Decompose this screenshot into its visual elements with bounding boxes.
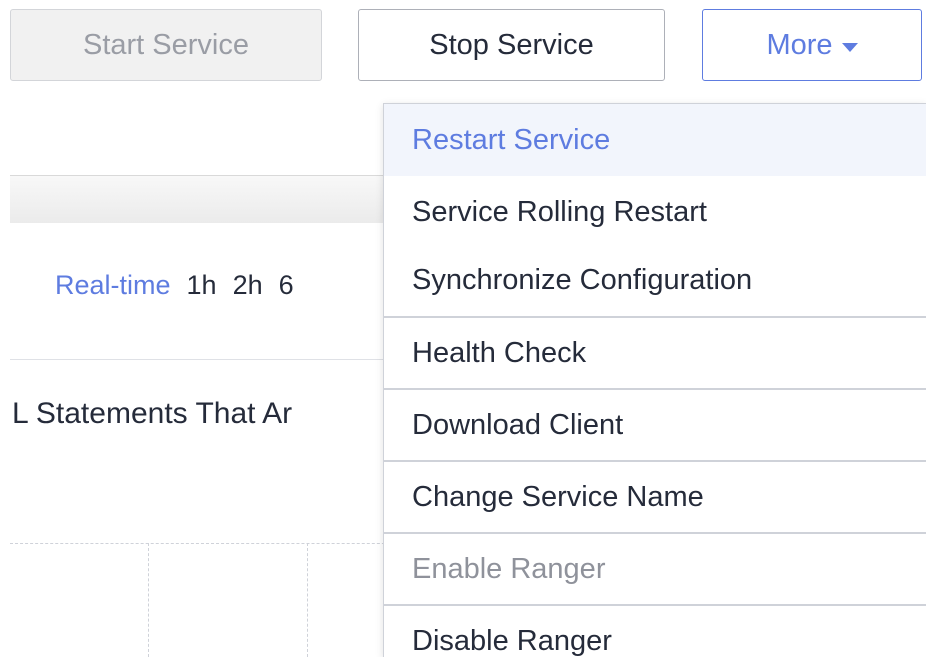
start-service-label: Start Service xyxy=(83,28,249,61)
more-dropdown-menu: Restart Service Service Rolling Restart … xyxy=(383,103,926,657)
menu-item-download-client[interactable]: Download Client xyxy=(384,390,926,460)
chart-gridline-horizontal xyxy=(10,543,410,544)
more-label: More xyxy=(766,28,833,61)
time-tab-1h[interactable]: 1h xyxy=(187,270,217,301)
more-button[interactable]: More xyxy=(702,9,922,81)
menu-item-restart-service[interactable]: Restart Service xyxy=(384,104,926,176)
time-tab-2h[interactable]: 2h xyxy=(233,270,263,301)
time-range-tabs: Real-time 1h 2h 6 xyxy=(55,270,294,301)
stop-service-button[interactable]: Stop Service xyxy=(358,9,665,81)
stop-service-label: Stop Service xyxy=(429,28,594,61)
menu-item-synchronize-configuration[interactable]: Synchronize Configuration xyxy=(384,246,926,314)
time-tab-realtime[interactable]: Real-time xyxy=(55,270,171,301)
chart-gridline-vertical xyxy=(307,543,308,657)
chart-gridline-vertical xyxy=(148,543,149,657)
caret-down-icon xyxy=(841,43,858,52)
menu-item-disable-ranger[interactable]: Disable Ranger xyxy=(384,606,926,657)
start-service-button[interactable]: Start Service xyxy=(10,9,322,81)
menu-item-health-check[interactable]: Health Check xyxy=(384,318,926,388)
menu-item-change-service-name[interactable]: Change Service Name xyxy=(384,462,926,532)
chart-title: L Statements That Ar xyxy=(12,397,293,430)
time-tab-6h[interactable]: 6 xyxy=(279,270,294,301)
menu-item-enable-ranger: Enable Ranger xyxy=(412,552,606,585)
section-divider xyxy=(10,359,410,360)
menu-item-rolling-restart[interactable]: Service Rolling Restart xyxy=(384,178,926,246)
panel-header xyxy=(10,175,410,223)
